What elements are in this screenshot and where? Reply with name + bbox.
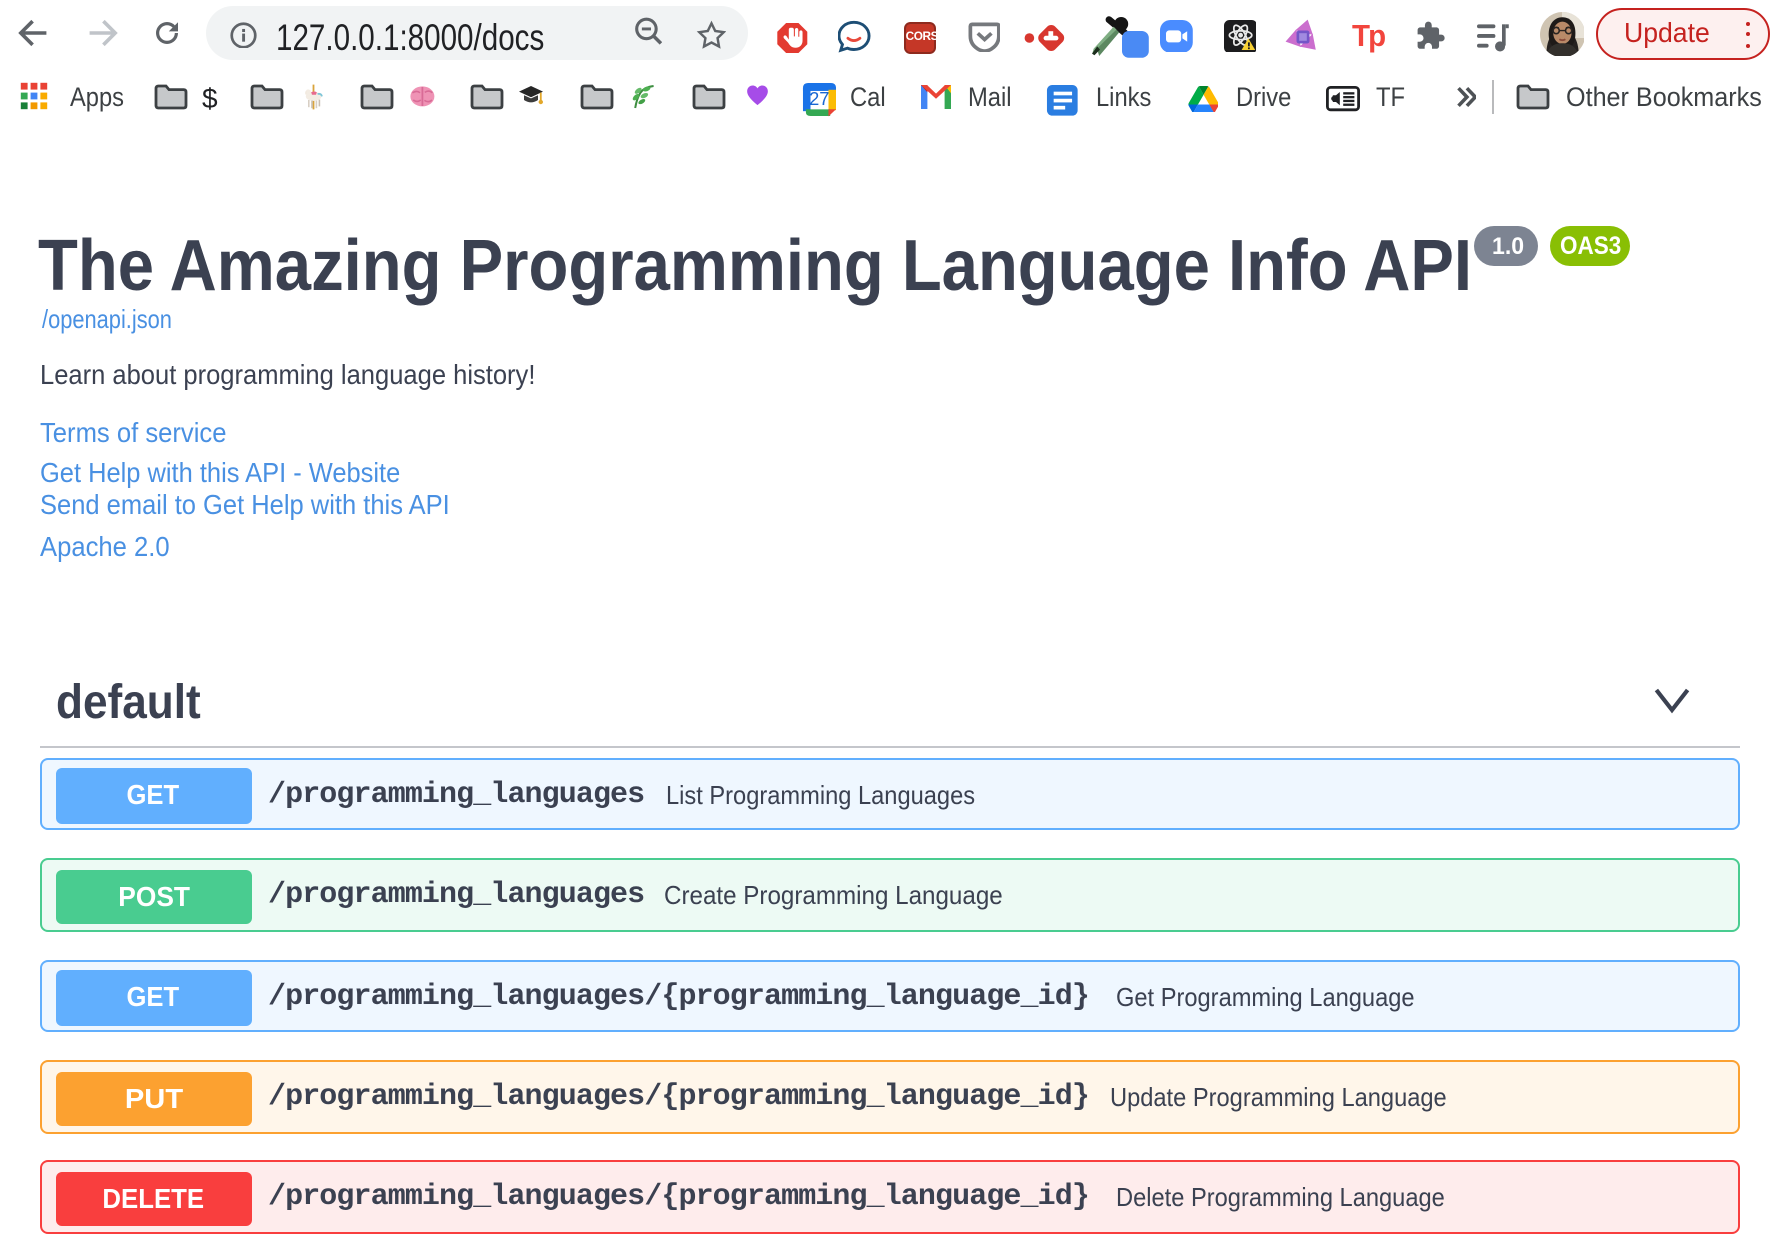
svg-text:27: 27 <box>809 88 829 109</box>
